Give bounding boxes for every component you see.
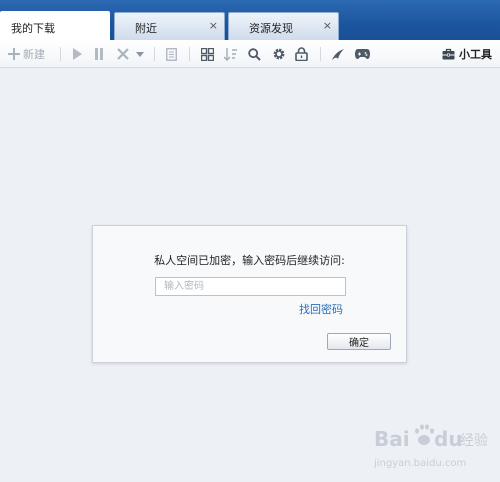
toolbar-divider [320, 47, 321, 61]
toolbar-divider [60, 47, 61, 61]
tools-label: 小工具 [459, 48, 492, 61]
delete-button[interactable] [117, 46, 129, 62]
tab-my-downloads[interactable]: 我的下载 [0, 11, 110, 40]
accelerate-icon [331, 48, 345, 61]
baidu-jingyan-watermark: Bai du 经验 jingyan.baidu.com [373, 424, 488, 469]
password-input[interactable] [155, 277, 346, 296]
gamepad-icon [355, 48, 370, 60]
tab-label: 资源发现 [249, 22, 293, 35]
search-button[interactable] [248, 46, 261, 62]
svg-text:Bai: Bai [374, 427, 410, 451]
delete-dropdown[interactable] [136, 46, 144, 62]
delete-icon [117, 48, 129, 60]
toolbar-divider [154, 47, 155, 61]
pause-icon [94, 48, 104, 60]
play-icon [72, 48, 82, 60]
dialog-message: 私人空间已加密，输入密码后继续访问: [154, 254, 345, 267]
toolbar: 新建 小工具 [0, 40, 500, 68]
tab-label: 我的下载 [11, 22, 55, 35]
confirm-button[interactable]: 确定 [327, 333, 391, 350]
tab-bar: 我的下载 附近 × 资源发现 × [0, 0, 500, 40]
settings-button[interactable] [272, 46, 286, 62]
close-icon[interactable]: × [209, 19, 218, 32]
game-button[interactable] [355, 46, 370, 62]
svg-text:du: du [434, 427, 463, 451]
pause-button[interactable] [94, 46, 104, 62]
toolbar-divider [189, 47, 190, 61]
view-mode-button[interactable] [201, 46, 214, 62]
start-button[interactable] [72, 46, 82, 62]
grid-view-icon [201, 47, 214, 61]
sort-button[interactable] [224, 46, 237, 62]
document-icon [166, 47, 177, 61]
svg-text:jingyan.baidu.com: jingyan.baidu.com [373, 458, 466, 469]
tab-resource-discovery[interactable]: 资源发现 × [228, 12, 339, 40]
tab-label: 附近 [135, 22, 157, 35]
tab-nearby[interactable]: 附近 × [114, 12, 225, 40]
password-dialog: 私人空间已加密，输入密码后继续访问: 找回密码 确定 [92, 225, 407, 363]
accelerate-button[interactable] [331, 46, 345, 62]
search-icon [248, 47, 261, 61]
svg-text:经验: 经验 [460, 433, 488, 449]
private-space-button[interactable] [295, 46, 308, 62]
new-task-label: 新建 [23, 48, 45, 61]
toolbox-icon [442, 48, 455, 60]
recover-password-link[interactable]: 找回密码 [299, 301, 343, 317]
tools-button[interactable]: 小工具 [442, 46, 492, 62]
close-icon[interactable]: × [323, 19, 332, 32]
sort-icon [224, 47, 237, 61]
lock-icon [295, 47, 308, 61]
gear-icon [272, 47, 286, 61]
dropdown-arrow-icon [136, 50, 144, 58]
new-task-button[interactable]: 新建 [8, 46, 45, 62]
plus-icon [8, 48, 20, 60]
details-button[interactable] [166, 46, 177, 62]
